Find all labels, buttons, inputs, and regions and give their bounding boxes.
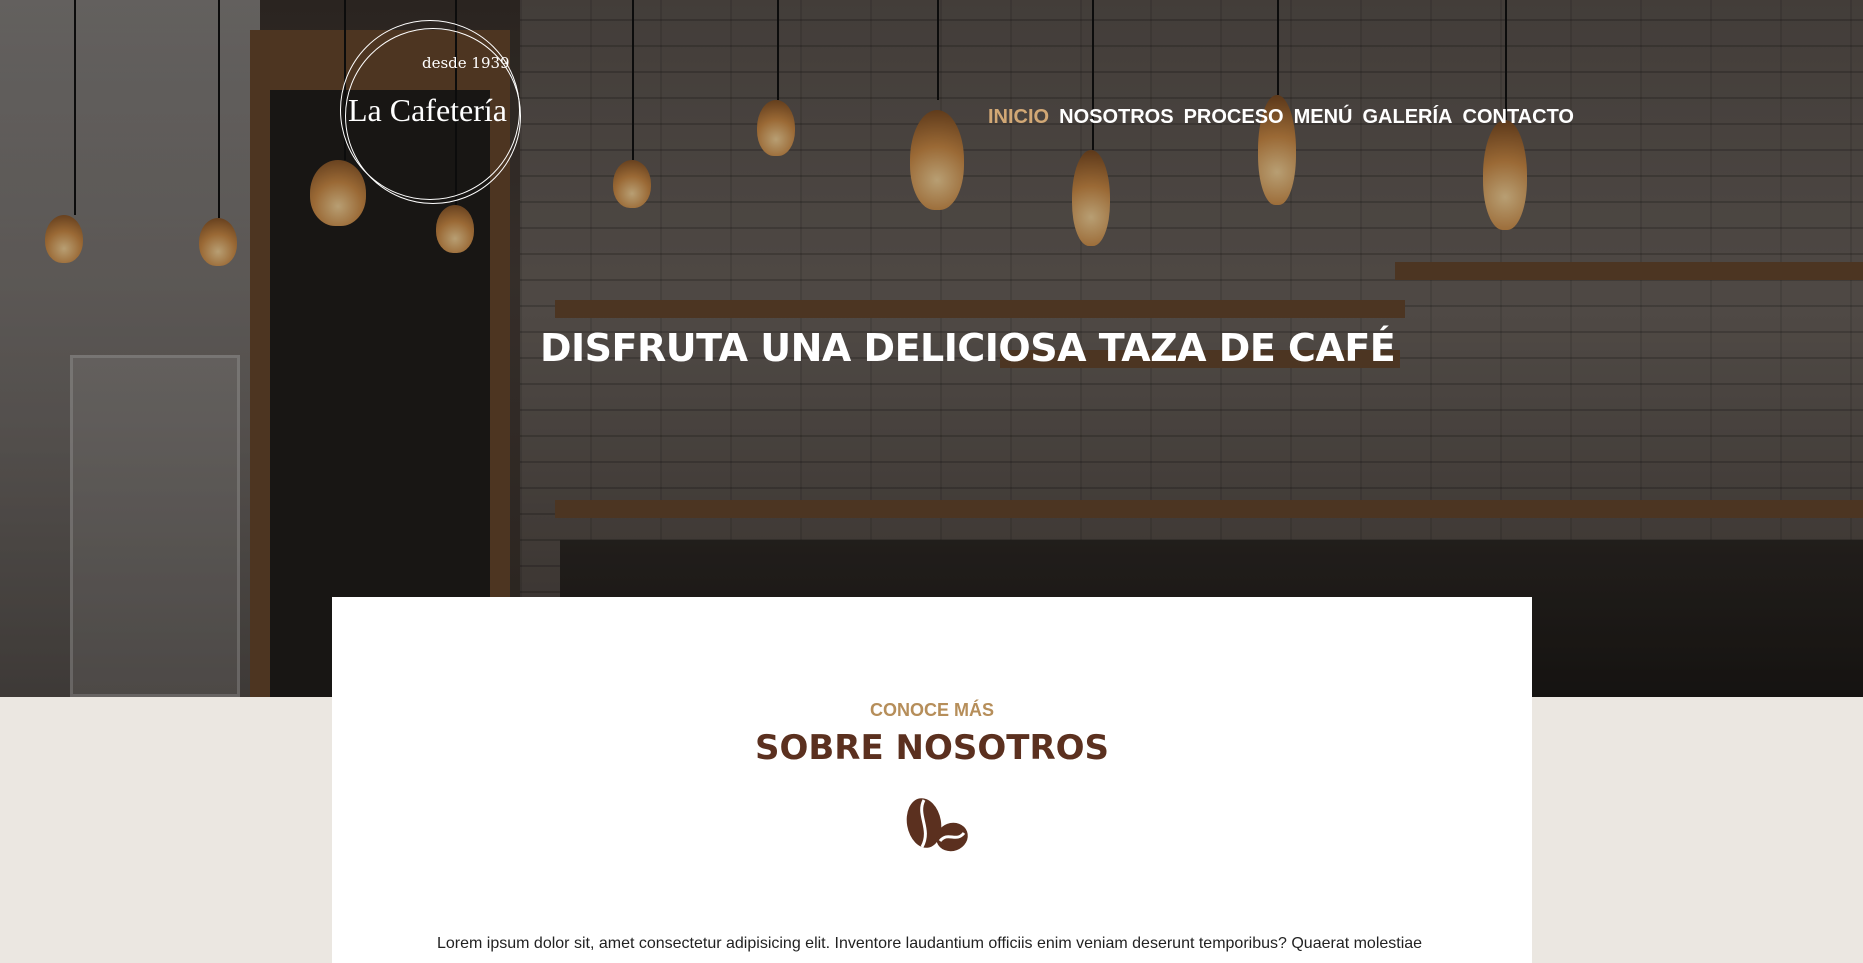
main-nav: INICIO NOSOTROS PROCESO MENÚ GALERÍA CON… (988, 106, 1574, 129)
coffee-beans-icon (906, 798, 968, 852)
about-card: CONOCE MÁS SOBRE NOSOTROS Lorem ipsum do… (332, 597, 1532, 963)
nav-link-nosotros[interactable]: NOSOTROS (1059, 106, 1173, 129)
nav-link-contacto[interactable]: CONTACTO (1463, 106, 1574, 129)
hero-section: desde 1939 La Cafetería INICIO NOSOTROS … (0, 0, 1863, 697)
nav-link-galeria[interactable]: GALERÍA (1363, 106, 1453, 129)
logo-name-text: La Cafetería (348, 92, 507, 128)
about-title: SOBRE NOSOTROS (754, 728, 1110, 768)
nav-link-inicio[interactable]: INICIO (988, 106, 1049, 129)
about-text: Lorem ipsum dolor sit, amet consectetur … (437, 935, 1423, 952)
nav-link-proceso[interactable]: PROCESO (1184, 106, 1284, 129)
brand-logo[interactable]: desde 1939 La Cafetería (340, 20, 521, 210)
about-eyebrow: CONOCE MÁS (869, 700, 994, 720)
hero-title: DISFRUTA UNA DELICIOSA TAZA DE CAFÉ (540, 326, 1396, 370)
nav-link-menu[interactable]: MENÚ (1294, 106, 1353, 129)
logo-since-text: desde 1939 (422, 54, 510, 72)
